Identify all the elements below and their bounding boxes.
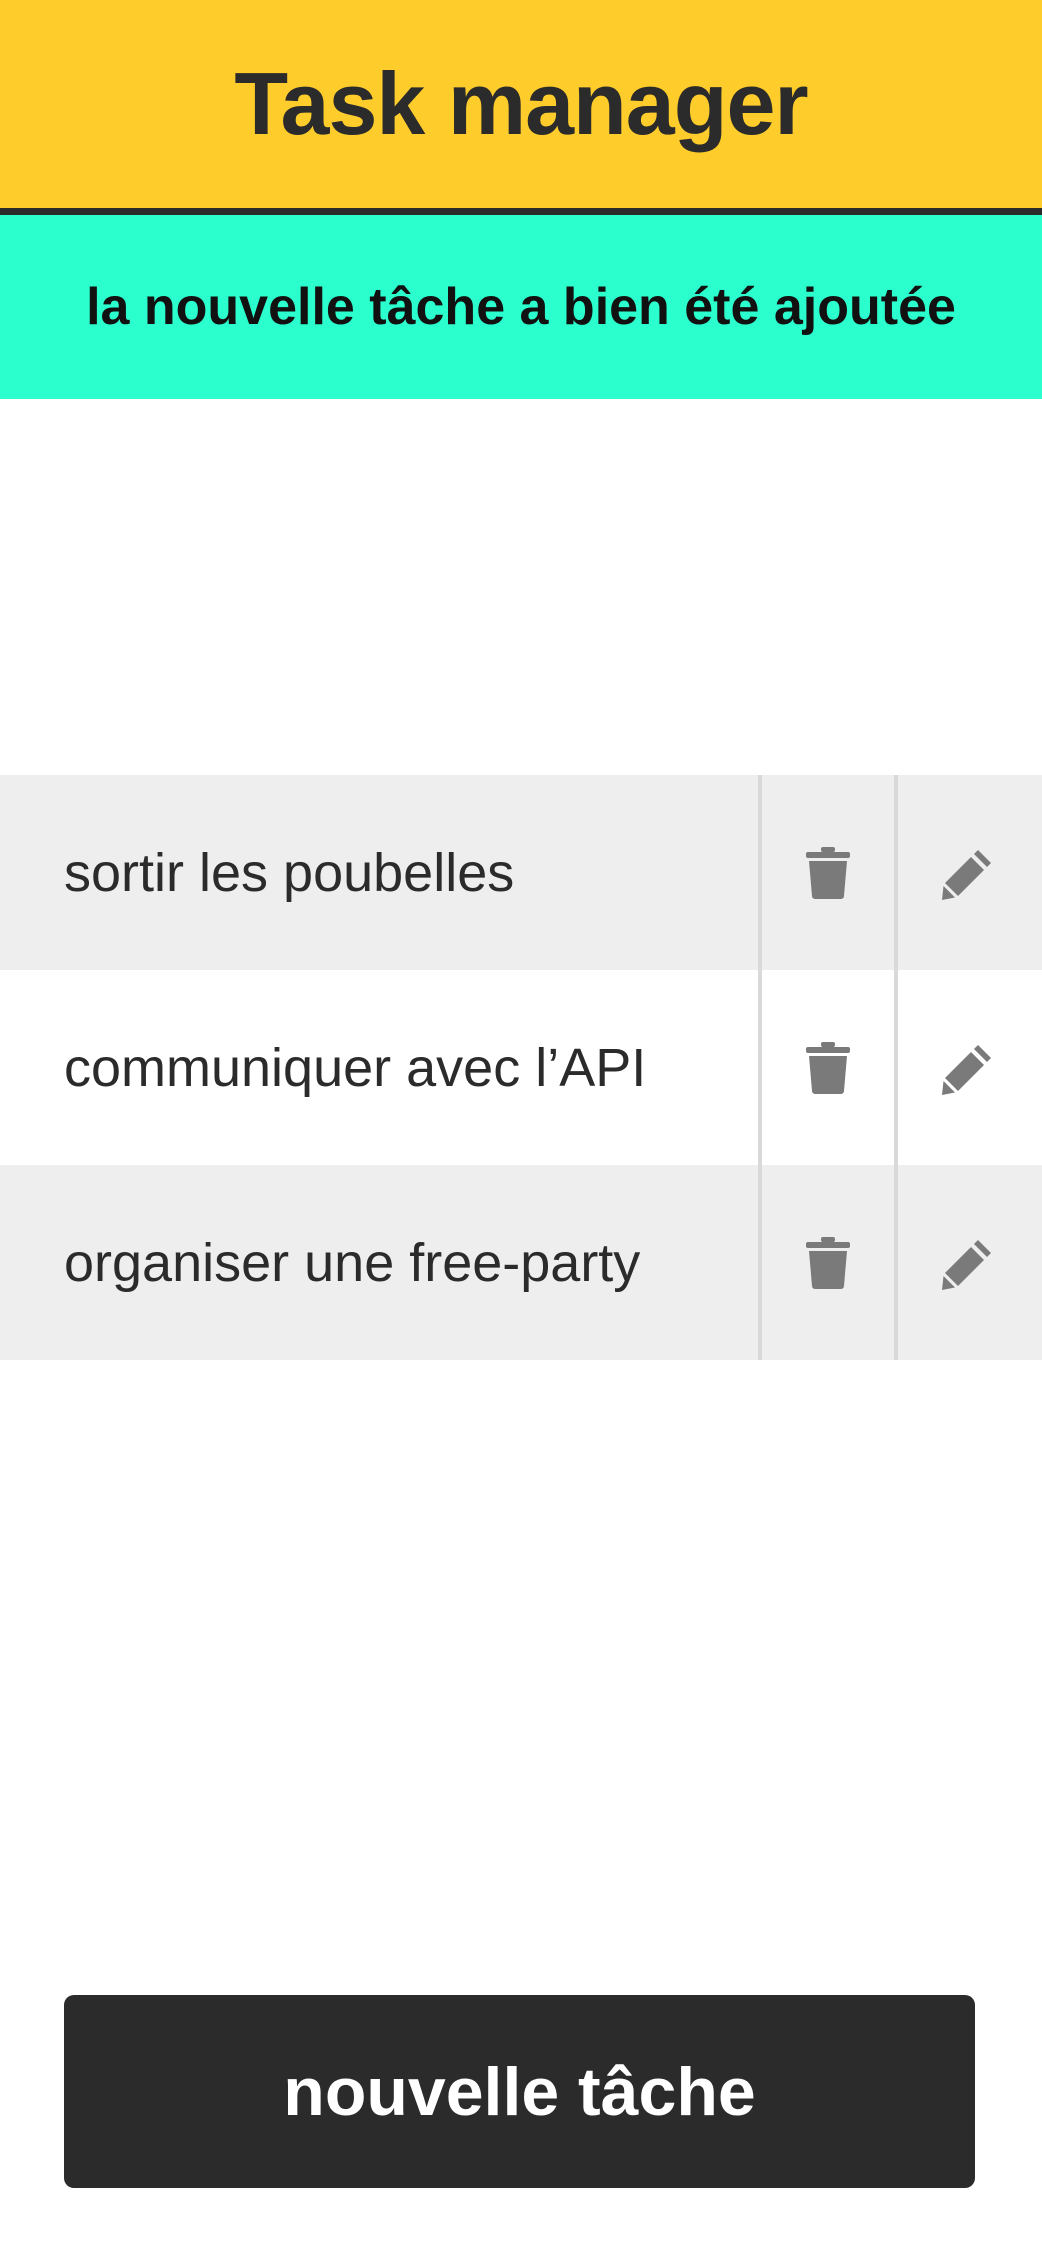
task-label: sortir les poubelles (0, 775, 762, 970)
notification-message: la nouvelle tâche a bien été ajoutée (86, 278, 956, 336)
trash-icon (806, 1041, 850, 1094)
task-row: communiquer avec l’API (0, 970, 1042, 1165)
new-task-button[interactable]: nouvelle tâche (64, 1995, 975, 2188)
task-label: organiser une free-party (0, 1165, 762, 1360)
task-row: organiser une free-party (0, 1165, 1042, 1360)
app-header: Task manager (0, 0, 1042, 215)
pencil-icon (942, 1239, 991, 1290)
task-label: communiquer avec l’API (0, 970, 762, 1165)
page-title: Task manager (234, 54, 808, 153)
task-row: sortir les poubelles (0, 775, 1042, 970)
trash-icon (806, 846, 850, 899)
success-notification: la nouvelle tâche a bien été ajoutée (0, 215, 1042, 399)
edit-task-button[interactable] (898, 970, 1038, 1165)
edit-task-button[interactable] (898, 775, 1038, 970)
pencil-icon (942, 849, 991, 900)
task-list: sortir les poubelles communiquer avec l’… (0, 775, 1042, 1360)
pencil-icon (942, 1044, 991, 1095)
delete-task-button[interactable] (762, 775, 898, 970)
trash-icon (806, 1236, 850, 1289)
delete-task-button[interactable] (762, 1165, 898, 1360)
delete-task-button[interactable] (762, 970, 898, 1165)
edit-task-button[interactable] (898, 1165, 1038, 1360)
